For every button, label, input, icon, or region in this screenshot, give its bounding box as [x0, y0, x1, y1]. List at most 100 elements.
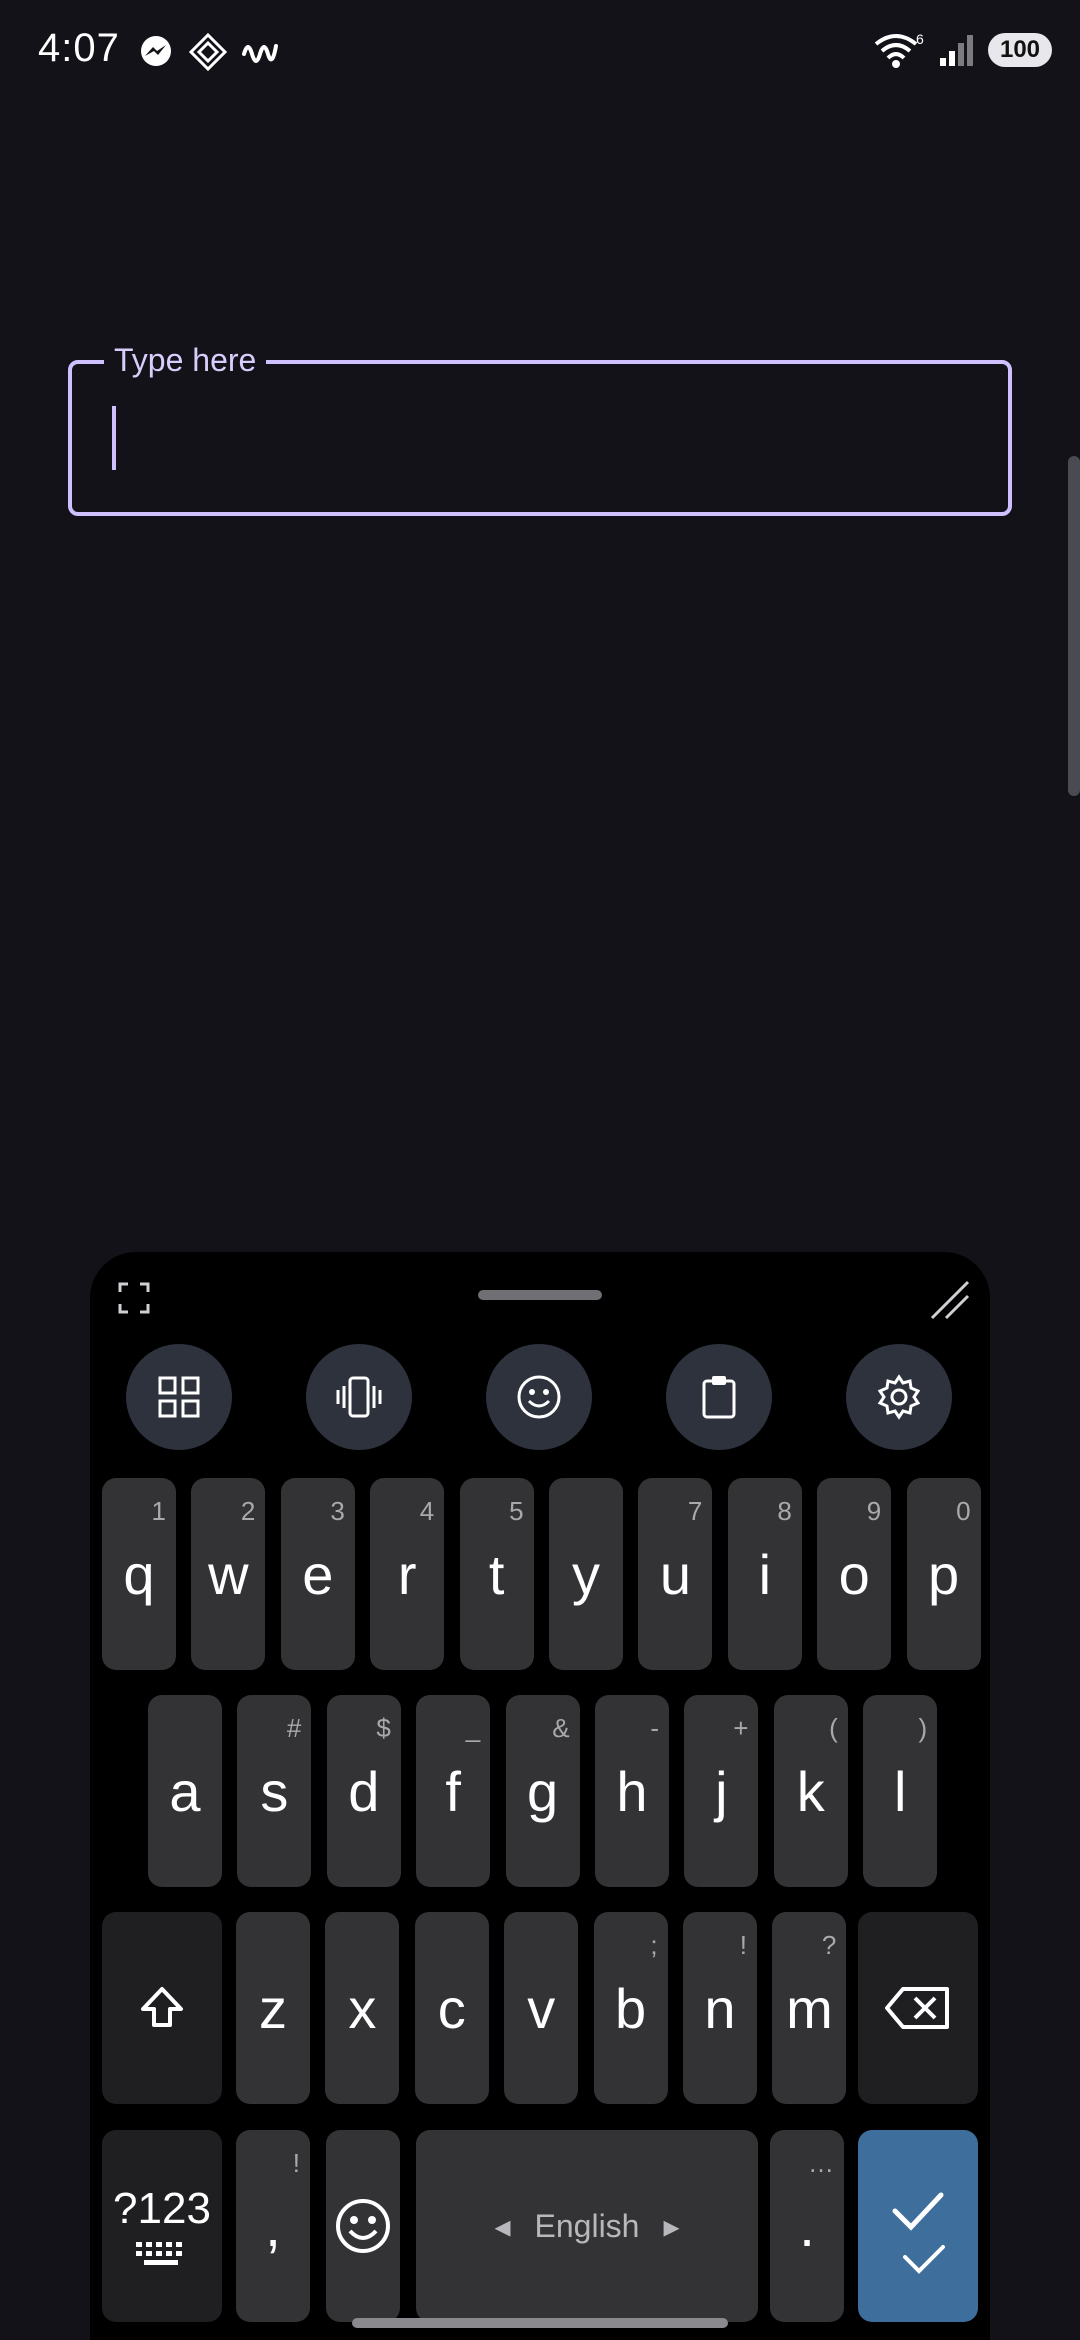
- signal-icon: [940, 35, 973, 66]
- period-key[interactable]: … .: [770, 2130, 844, 2322]
- key-x[interactable]: x: [325, 1912, 400, 2104]
- vibrate-button[interactable]: [306, 1344, 412, 1450]
- key-a[interactable]: a: [148, 1695, 222, 1887]
- keyboard-toolbar: [90, 1344, 990, 1454]
- key-l[interactable]: ) l: [863, 1695, 938, 1887]
- key-label: j: [715, 1759, 728, 1823]
- key-label: v: [527, 1976, 556, 2040]
- key-u[interactable]: 7u: [638, 1478, 713, 1670]
- key-label: y: [572, 1542, 600, 1606]
- wifi-icon: 6: [874, 31, 924, 68]
- key-label: r: [397, 1542, 417, 1606]
- messenger-icon: [141, 36, 171, 66]
- settings-icon: [877, 1374, 921, 1420]
- key-label: w: [208, 1542, 249, 1606]
- comma-key-label: ,: [265, 2194, 281, 2258]
- key-label: c: [437, 1976, 466, 2040]
- key-label: e: [302, 1542, 334, 1606]
- key-label: t: [488, 1542, 505, 1606]
- battery-indicator: 100: [988, 33, 1052, 67]
- status-bar: 4:07 6 100: [0, 0, 1080, 104]
- status-right: 6 100: [872, 30, 1052, 70]
- text-cursor: [112, 406, 116, 470]
- keyboard: 1q2w3e4r5t y 7u8i9o0p a # s $ d _ f & g - h + j(k) l zx…: [90, 1252, 990, 2340]
- audio-wave-icon: [242, 44, 278, 63]
- key-label: x: [348, 1976, 377, 2040]
- key-v[interactable]: v: [504, 1912, 579, 2104]
- key-h[interactable]: -h: [595, 1695, 669, 1887]
- key-f[interactable]: _ f: [416, 1695, 491, 1887]
- grid-icon: [158, 1376, 200, 1418]
- clipboard-icon: [702, 1376, 736, 1419]
- key-r[interactable]: 4r: [370, 1478, 445, 1670]
- emoji-key[interactable]: [326, 2130, 400, 2322]
- key-k[interactable]: (k: [773, 1695, 848, 1887]
- scroll-indicator[interactable]: [1068, 456, 1080, 796]
- key-label: a: [169, 1759, 201, 1823]
- key-c[interactable]: c: [414, 1912, 489, 2104]
- space-key[interactable]: ◂ English ▸: [416, 2130, 758, 2322]
- key-t[interactable]: 5t: [459, 1478, 534, 1670]
- status-notification-icons: [136, 32, 280, 72]
- key-y[interactable]: y: [549, 1478, 623, 1670]
- key-label: g: [527, 1759, 559, 1823]
- language-prev-icon: ◂: [494, 2208, 511, 2244]
- app-diamond-icon: [188, 32, 228, 72]
- key-o[interactable]: 9o: [817, 1478, 892, 1670]
- text-input-field[interactable]: [68, 360, 1012, 516]
- key-label: s: [260, 1759, 289, 1823]
- key-label: o: [838, 1542, 870, 1606]
- key-label: d: [348, 1759, 380, 1823]
- shift-key[interactable]: [102, 1912, 222, 2104]
- backspace-icon: [885, 1987, 949, 2029]
- key-label: z: [259, 1976, 287, 2040]
- period-key-label: .: [799, 2194, 815, 2258]
- expand-icon[interactable]: [118, 1282, 150, 1314]
- key-label: n: [704, 1976, 736, 2040]
- space-key-language: English: [534, 2207, 640, 2244]
- key-b[interactable]: ; b: [593, 1912, 668, 2104]
- comma-key[interactable]: ! ,: [236, 2130, 310, 2322]
- key-i[interactable]: 8i: [727, 1478, 802, 1670]
- language-next-icon: ▸: [663, 2208, 680, 2244]
- key-label: l: [893, 1759, 907, 1823]
- grid-button[interactable]: [126, 1344, 232, 1450]
- text-input-label: Type here: [104, 342, 267, 379]
- status-time: 4:07: [38, 26, 120, 70]
- key-s[interactable]: # s: [237, 1695, 312, 1887]
- emoji-button[interactable]: [486, 1344, 592, 1450]
- symbols-key[interactable]: ?123: [102, 2130, 222, 2322]
- backspace-key[interactable]: [858, 1912, 978, 2104]
- vibrate-icon: [336, 1376, 382, 1418]
- key-p[interactable]: 0p: [906, 1478, 981, 1670]
- key-j[interactable]: + j: [684, 1695, 759, 1887]
- emoji-key-icon: [336, 2199, 390, 2253]
- keyboard-icon: [136, 2242, 182, 2265]
- key-label: u: [659, 1542, 691, 1606]
- home-indicator[interactable]: [352, 2318, 728, 2328]
- key-d[interactable]: $ d: [326, 1695, 401, 1887]
- checkmark-icon: [892, 2192, 945, 2274]
- key-g[interactable]: & g: [505, 1695, 580, 1887]
- key-label: b: [615, 1976, 647, 2040]
- key-label: m: [786, 1976, 833, 2040]
- key-z[interactable]: z: [236, 1912, 310, 2104]
- clipboard-button[interactable]: [666, 1344, 772, 1450]
- key-label: p: [928, 1542, 960, 1606]
- key-n[interactable]: ! n: [683, 1912, 757, 2104]
- key-e[interactable]: 3e: [280, 1478, 355, 1670]
- settings-button[interactable]: [846, 1344, 952, 1450]
- key-label: q: [123, 1542, 155, 1606]
- key-q[interactable]: 1q: [102, 1478, 176, 1670]
- wifi-generation-label: 6: [916, 31, 924, 47]
- shift-icon: [141, 1987, 183, 2027]
- enter-key[interactable]: [858, 2130, 978, 2322]
- keyboard-drag-handle[interactable]: [478, 1290, 602, 1300]
- symbols-key-label: ?123: [113, 2184, 211, 2233]
- key-w[interactable]: 2w: [191, 1478, 266, 1670]
- key-m[interactable]: ? m: [772, 1912, 847, 2104]
- key-label: k: [796, 1759, 825, 1823]
- key-label: h: [616, 1759, 648, 1823]
- emoji-icon: [517, 1375, 561, 1419]
- resize-icon[interactable]: [928, 1278, 972, 1322]
